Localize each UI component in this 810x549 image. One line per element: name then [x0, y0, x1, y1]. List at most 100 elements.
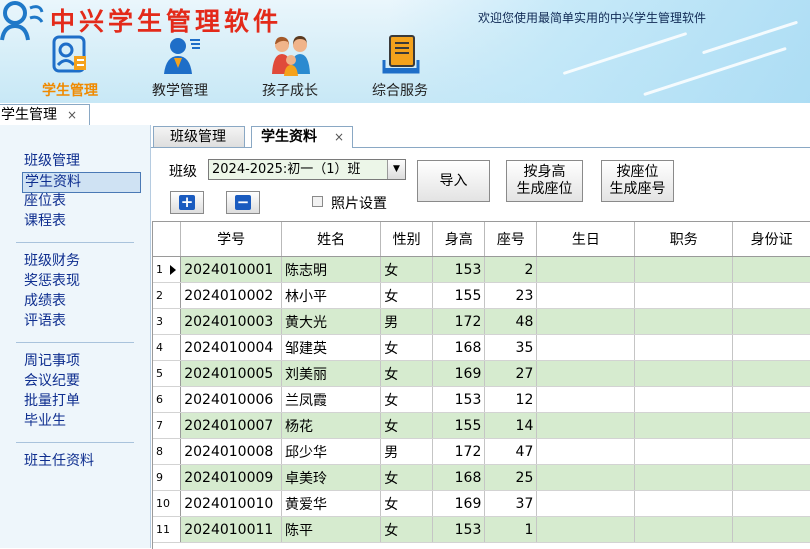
close-icon[interactable]: ×	[67, 108, 77, 122]
column-header-height[interactable]: 身高	[432, 222, 486, 257]
generate-seat-numbers-button[interactable]: 按座位 生成座号	[601, 160, 674, 202]
remove-student-button[interactable]: −	[226, 191, 260, 214]
student-id-cell[interactable]: 2024010009	[180, 464, 283, 491]
birthday-cell[interactable]	[536, 438, 636, 465]
birthday-cell[interactable]	[536, 412, 636, 439]
id-card-cell[interactable]	[732, 282, 810, 309]
seat-number-cell[interactable]: 27	[484, 360, 538, 387]
sidebar-item-seating-chart[interactable]: 座位表	[22, 192, 69, 211]
height-cell[interactable]: 169	[432, 360, 486, 387]
seat-number-cell[interactable]: 35	[484, 334, 538, 361]
height-cell[interactable]: 153	[432, 386, 486, 413]
name-cell[interactable]: 卓美玲	[281, 464, 382, 491]
position-cell[interactable]	[634, 334, 734, 361]
birthday-cell[interactable]	[536, 386, 636, 413]
student-data-grid[interactable]: 学号 姓名 性别 身高 座号 生日 职务 身份证 1 2024010001 陈志明女…	[152, 221, 810, 549]
row-header[interactable]: 1	[153, 256, 182, 283]
nav-teaching-management[interactable]: 教学管理	[132, 34, 228, 102]
table-row[interactable]: 2 2024010002 林小平女 155 23	[153, 282, 810, 309]
seat-number-cell[interactable]: 12	[484, 386, 538, 413]
id-card-cell[interactable]	[732, 412, 810, 439]
sidebar-item-comments[interactable]: 评语表	[22, 312, 69, 331]
column-header-position[interactable]: 职务	[634, 222, 734, 257]
student-id-cell[interactable]: 2024010011	[180, 516, 283, 543]
birthday-cell[interactable]	[536, 516, 636, 543]
student-id-cell[interactable]: 2024010003	[180, 308, 283, 335]
column-header-student-id[interactable]: 学号	[180, 222, 283, 257]
birthday-cell[interactable]	[536, 256, 636, 283]
height-cell[interactable]: 172	[432, 308, 486, 335]
name-cell[interactable]: 黄大光	[281, 308, 382, 335]
table-row[interactable]: 5 2024010005 刘美丽女 169 27	[153, 360, 810, 387]
position-cell[interactable]	[634, 360, 734, 387]
table-row[interactable]: 9 2024010009 卓美玲女 168 25	[153, 464, 810, 491]
id-card-cell[interactable]	[732, 490, 810, 517]
sidebar-item-meeting-minutes[interactable]: 会议纪要	[22, 372, 83, 391]
student-id-cell[interactable]: 2024010008	[180, 438, 283, 465]
student-id-cell[interactable]: 2024010010	[180, 490, 283, 517]
sidebar-item-student-info[interactable]: 学生资料	[22, 172, 141, 193]
gender-cell[interactable]: 女	[380, 516, 434, 543]
table-row[interactable]: 8 2024010008 邱少华男 172 47	[153, 438, 810, 465]
name-cell[interactable]: 邹建英	[281, 334, 382, 361]
row-header[interactable]: 4	[153, 334, 182, 361]
import-button[interactable]: 导入	[417, 160, 490, 202]
column-header-seat-number[interactable]: 座号	[484, 222, 538, 257]
position-cell[interactable]	[634, 412, 734, 439]
seat-number-cell[interactable]: 1	[484, 516, 538, 543]
name-cell[interactable]: 邱少华	[281, 438, 382, 465]
position-cell[interactable]	[634, 386, 734, 413]
sidebar-item-batch-print[interactable]: 批量打单	[22, 392, 83, 411]
row-header[interactable]: 8	[153, 438, 182, 465]
id-card-cell[interactable]	[732, 516, 810, 543]
student-id-cell[interactable]: 2024010007	[180, 412, 283, 439]
tab-student-management[interactable]: 学生管理 ×	[0, 104, 91, 126]
class-select[interactable]: 2024-2025:初一（1）班 ▼	[208, 159, 406, 180]
student-id-cell[interactable]: 2024010001	[180, 256, 283, 283]
height-cell[interactable]: 172	[432, 438, 486, 465]
id-card-cell[interactable]	[732, 334, 810, 361]
id-card-cell[interactable]	[732, 360, 810, 387]
row-header[interactable]: 7	[153, 412, 182, 439]
column-header-id-card[interactable]: 身份证	[732, 222, 810, 257]
name-cell[interactable]: 黄爱华	[281, 490, 382, 517]
row-header[interactable]: 9	[153, 464, 182, 491]
sidebar-item-graduates[interactable]: 毕业生	[22, 412, 69, 431]
birthday-cell[interactable]	[536, 334, 636, 361]
nav-child-growth[interactable]: 孩子成长	[242, 34, 338, 102]
close-icon[interactable]: ×	[334, 127, 344, 148]
height-cell[interactable]: 155	[432, 412, 486, 439]
name-cell[interactable]: 陈志明	[281, 256, 382, 283]
sidebar-item-timetable[interactable]: 课程表	[22, 212, 69, 231]
table-row[interactable]: 11 2024010011 陈平女 153 1	[153, 516, 810, 543]
sidebar-item-head-teacher-info[interactable]: 班主任资料	[22, 452, 97, 471]
gender-cell[interactable]: 男	[380, 308, 434, 335]
position-cell[interactable]	[634, 516, 734, 543]
table-row[interactable]: 10 2024010010 黄爱华女 169 37	[153, 490, 810, 517]
sidebar-item-grades[interactable]: 成绩表	[22, 292, 69, 311]
id-card-cell[interactable]	[732, 464, 810, 491]
table-row[interactable]: 3 2024010003 黄大光男 172 48	[153, 308, 810, 335]
birthday-cell[interactable]	[536, 464, 636, 491]
row-header[interactable]: 6	[153, 386, 182, 413]
table-row[interactable]: 1 2024010001 陈志明女 153 2	[153, 256, 810, 283]
nav-student-management[interactable]: 学生管理	[22, 34, 118, 102]
seat-number-cell[interactable]: 37	[484, 490, 538, 517]
height-cell[interactable]: 153	[432, 516, 486, 543]
column-header-birthday[interactable]: 生日	[536, 222, 636, 257]
seat-number-cell[interactable]: 25	[484, 464, 538, 491]
sidebar-item-class-management[interactable]: 班级管理	[22, 152, 83, 171]
seat-number-cell[interactable]: 23	[484, 282, 538, 309]
student-id-cell[interactable]: 2024010006	[180, 386, 283, 413]
seat-number-cell[interactable]: 2	[484, 256, 538, 283]
add-student-button[interactable]: +	[170, 191, 204, 214]
birthday-cell[interactable]	[536, 308, 636, 335]
name-cell[interactable]: 林小平	[281, 282, 382, 309]
tab-class-management[interactable]: 班级管理	[153, 126, 245, 147]
student-id-cell[interactable]: 2024010005	[180, 360, 283, 387]
student-id-cell[interactable]: 2024010004	[180, 334, 283, 361]
student-id-cell[interactable]: 2024010002	[180, 282, 283, 309]
gender-cell[interactable]: 女	[380, 360, 434, 387]
position-cell[interactable]	[634, 308, 734, 335]
name-cell[interactable]: 兰凤霞	[281, 386, 382, 413]
